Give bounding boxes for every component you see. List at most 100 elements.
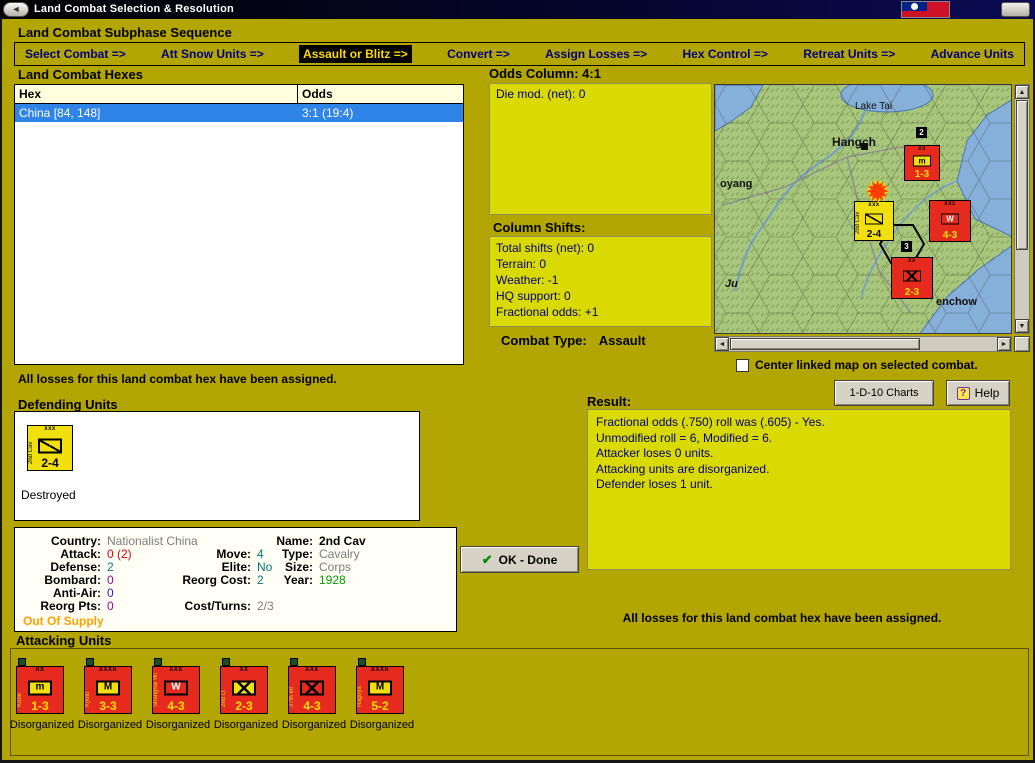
field-label: Bombard: — [44, 573, 101, 587]
field-label: Move: — [216, 547, 251, 561]
type-value: Cavalry — [319, 547, 360, 561]
vertical-scroll-thumb[interactable] — [1016, 100, 1028, 250]
ok-done-button[interactable]: ✔ OK - Done — [460, 546, 579, 573]
unit-stats: 2-4 — [41, 456, 59, 470]
combat-type-label: Combat Type: — [501, 333, 587, 348]
disorganized-marker-icon — [222, 658, 230, 666]
subphase-sequence-heading: Land Combat Subphase Sequence — [18, 25, 232, 40]
table-header-row: Hex Odds — [15, 85, 463, 104]
field-label: Cost/Turns: — [184, 599, 251, 613]
unit-stats: 1-3 — [914, 169, 930, 180]
attacking-unit-counter[interactable]: XXX Shanghai War W 4-3 — [152, 658, 200, 714]
attacking-unit-counter[interactable]: XXX 27th Inf 4-3 — [288, 658, 336, 714]
cost-turns-value: 2/3 — [257, 599, 274, 613]
column-header-hex[interactable]: Hex — [15, 85, 298, 103]
unit-status-label: Disorganized — [145, 719, 211, 731]
column-shifts-heading: Column Shifts: — [493, 220, 586, 235]
field-label: Reorg Pts: — [40, 599, 101, 613]
scroll-down-icon[interactable]: ▼ — [1015, 319, 1029, 333]
seq-step-select-combat: Select Combat => — [25, 47, 126, 61]
map-label-hangchow: Hangch — [832, 135, 877, 149]
column-header-odds[interactable]: Odds — [298, 85, 463, 103]
seq-step-convert: Convert => — [447, 47, 510, 61]
attack-value: 0 (2) — [107, 547, 132, 561]
garrison-symbol: m — [28, 680, 52, 696]
unit-status-label: Disorganized — [281, 719, 347, 731]
defending-units-heading: Defending Units — [18, 397, 118, 412]
disorganized-marker-icon — [86, 658, 94, 666]
unit-size-label: xx — [908, 258, 916, 264]
stack-count-marker: 2 — [916, 127, 927, 138]
attacking-unit-counter[interactable]: XXXX Nagoya M 5-2 — [356, 658, 404, 714]
land-combat-hexes-heading: Land Combat Hexes — [18, 67, 143, 82]
unit-stats: 2-3 — [904, 287, 920, 298]
cell-odds: 3:1 (19:4) — [302, 106, 354, 120]
warlord-symbol: W — [164, 680, 188, 696]
window-title: Land Combat Selection & Resolution — [34, 3, 234, 15]
losses-assigned-message: All losses for this land combat hex have… — [18, 372, 337, 386]
map-label-lake-tai: Lake Tai — [855, 101, 893, 112]
attacking-units-heading: Attacking Units — [16, 633, 112, 648]
help-icon: ? — [956, 386, 970, 400]
scroll-right-icon[interactable]: ► — [997, 337, 1011, 351]
table-row[interactable]: China [84, 148] 3:1 (19:4) — [15, 104, 463, 122]
field-label: Year: — [283, 573, 313, 587]
window-control-button[interactable] — [1001, 2, 1030, 17]
attacking-unit-counter[interactable]: XX 2nd Lt 2-3 — [220, 658, 268, 714]
attacking-unit-counter[interactable]: XXXX Kyoto M 3-3 — [84, 658, 132, 714]
horizontal-scroll-thumb[interactable] — [730, 338, 920, 350]
unit-status-label: Destroyed — [21, 488, 76, 502]
help-button[interactable]: ? Help — [946, 380, 1010, 406]
attacking-unit-counter[interactable]: XX Kobe m 1-3 — [16, 658, 64, 714]
back-arrow-icon[interactable]: ◄ — [3, 2, 29, 17]
defending-unit-counter[interactable]: xxx 2nd Cav 2-4 — [27, 425, 73, 471]
center-map-checkbox[interactable] — [736, 359, 749, 372]
result-heading: Result: — [587, 394, 632, 409]
map-unit-counter[interactable]: xxx W 4-3 — [929, 200, 971, 242]
odds-column-heading: Odds Column: 4:1 — [489, 66, 601, 81]
unit-stats: 5-2 — [371, 699, 389, 713]
field-label: Defense: — [50, 560, 101, 574]
seq-step-assault-or-blitz: Assault or Blitz => — [299, 45, 412, 63]
losses-assigned-message: All losses for this land combat hex have… — [622, 611, 942, 625]
defense-value: 2 — [107, 560, 114, 574]
infantry-symbol — [232, 680, 256, 696]
country-value: Nationalist China — [107, 534, 198, 548]
unit-status-label: Disorganized — [349, 719, 415, 731]
shift-line: HQ support: 0 — [496, 289, 571, 303]
reorg-pts-value: 0 — [107, 599, 114, 613]
combat-hexes-table: Hex Odds China [84, 148] 3:1 (19:4) — [14, 84, 464, 365]
seq-step-retreat-units: Retreat Units => — [803, 47, 896, 61]
seq-step-advance-units: Advance Units — [930, 47, 1014, 61]
map-vertical-scrollbar[interactable]: ▲ ▼ — [1014, 84, 1030, 334]
militia-symbol: M — [96, 680, 120, 696]
disorganized-marker-icon — [358, 658, 366, 666]
garrison-symbol: m — [913, 155, 931, 167]
unit-status-label: Disorganized — [77, 719, 143, 731]
map-horizontal-scrollbar[interactable]: ◄ ► — [714, 336, 1012, 352]
result-line: Unmodified roll = 6, Modified = 6. — [596, 430, 773, 445]
scroll-up-icon[interactable]: ▲ — [1015, 85, 1029, 99]
map-unit-counter[interactable]: xx 2-3 — [891, 257, 933, 299]
combat-type-value: Assault — [598, 333, 646, 348]
charts-button[interactable]: 1-D-10 Charts — [834, 380, 934, 406]
unit-stats: 4-3 — [167, 699, 185, 713]
map-label-ju: Ju — [725, 278, 738, 290]
cavalry-symbol — [865, 213, 883, 225]
seq-step-att-snow-units: Att Snow Units => — [161, 47, 264, 61]
disorganized-marker-icon — [154, 658, 162, 666]
unit-info-panel: Country: Nationalist China Name: 2nd Cav… — [14, 527, 457, 632]
disorganized-marker-icon — [290, 658, 298, 666]
field-label: Anti-Air: — [53, 586, 101, 600]
scroll-left-icon[interactable]: ◄ — [715, 337, 729, 351]
check-icon: ✔ — [481, 551, 493, 567]
field-label: Size: — [284, 560, 313, 574]
ok-done-label: OK - Done — [498, 552, 558, 567]
unit-status-label: Disorganized — [9, 719, 75, 731]
cell-hex: China [84, 148] — [19, 106, 101, 120]
title-bar[interactable]: ◄ Land Combat Selection & Resolution — [0, 0, 1035, 19]
linked-map-viewport[interactable]: Lake Tai Hangch oyang Ju enchow 2 3 xx m… — [714, 84, 1012, 334]
map-unit-counter[interactable]: xx m 1-3 — [904, 145, 940, 181]
unit-size-label: xxx — [944, 201, 956, 207]
map-label-oyang: oyang — [720, 178, 753, 190]
